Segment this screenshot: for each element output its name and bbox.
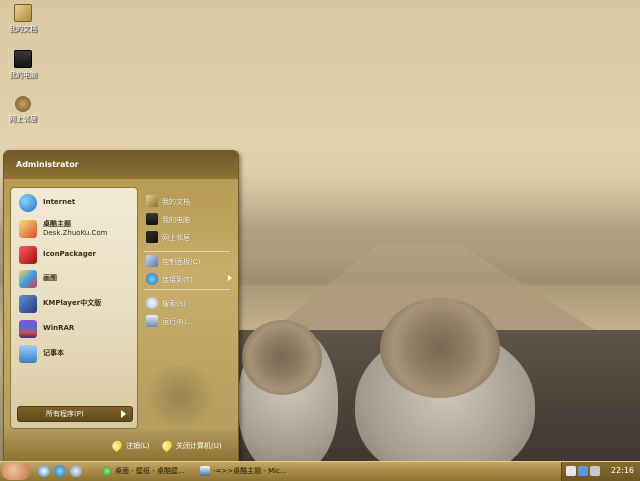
taskbar: 桌面 - 壁纸 - 桌酷壁... -=>>桌酷主题 - Mic... 22:16	[0, 461, 640, 481]
program-label: IconPackager	[43, 250, 96, 258]
winrar-icon	[19, 320, 37, 338]
my-computer-icon	[146, 213, 158, 225]
clock[interactable]: 22:16	[611, 466, 634, 475]
control-panel-icon	[146, 255, 158, 267]
program-label: Internet	[43, 198, 76, 206]
show-desktop-icon[interactable]	[38, 465, 50, 477]
start-menu: Administrator Internet 桌酷主题 Desk.ZhuoKu.…	[3, 150, 239, 462]
place-label: 我的电脑	[162, 216, 190, 224]
browser-icon	[102, 466, 112, 476]
task-label: -=>>桌酷主题 - Mic...	[213, 467, 287, 475]
system-tray: 22:16	[561, 462, 640, 481]
search-icon	[146, 297, 158, 309]
paint-icon	[19, 270, 37, 288]
submenu-arrow-icon	[228, 275, 232, 281]
program-winrar[interactable]: WinRAR	[15, 318, 133, 340]
iconpackager-icon	[19, 246, 37, 264]
network-places-icon	[146, 231, 158, 243]
my-documents-icon	[146, 195, 158, 207]
tools-label: 搜索(S)	[162, 300, 186, 308]
all-programs-button[interactable]: 所有程序(P)	[17, 406, 133, 422]
start-menu-footer: 注销(L) 关闭计算机(U)	[4, 429, 238, 461]
desktop-icon-network-places[interactable]: 网上邻居	[4, 96, 42, 124]
task-label: 桌面 - 壁纸 - 桌酷壁...	[115, 467, 185, 475]
place-my-documents[interactable]: 我的文档	[144, 193, 232, 209]
pinned-programs-pane: Internet 桌酷主题 Desk.ZhuoKu.Com IconPackag…	[10, 187, 138, 429]
connect-to-item[interactable]: 连接到(T)	[144, 271, 232, 287]
desktop-icon-label: 我的电脑	[9, 71, 37, 79]
heart-icon	[160, 438, 174, 453]
my-documents-icon	[14, 4, 32, 22]
desktop-icon-my-computer[interactable]: 我的电脑	[4, 50, 42, 80]
wallpaper-flower-right	[380, 298, 500, 398]
desktop-icon-label: 网上邻居	[9, 115, 37, 123]
start-menu-header: Administrator	[4, 151, 238, 179]
place-label: 我的文档	[162, 198, 190, 206]
program-kmplayer[interactable]: KMPlayer中文版	[15, 293, 133, 315]
program-label: 画图	[43, 274, 57, 282]
network-icon[interactable]	[578, 466, 588, 476]
program-label: 记事本	[43, 349, 64, 357]
internet-explorer-icon[interactable]	[54, 465, 66, 477]
place-my-computer[interactable]: 我的电脑	[144, 211, 232, 227]
document-icon	[200, 466, 210, 476]
tray-icon[interactable]	[590, 466, 600, 476]
control-panel-item[interactable]: 控制面板(C)	[144, 253, 232, 269]
taskbar-task[interactable]: -=>>桌酷主题 - Mic...	[200, 464, 287, 479]
connect-to-icon	[146, 273, 158, 285]
program-label: 桌酷主题	[43, 220, 71, 228]
logoff-label: 注销(L)	[126, 442, 150, 450]
program-label: KMPlayer中文版	[43, 299, 102, 307]
desktop-icon-my-documents[interactable]: 我的文档	[4, 4, 42, 34]
program-label: WinRAR	[43, 324, 75, 332]
all-programs-label: 所有程序(P)	[46, 410, 84, 418]
arrow-right-icon	[121, 410, 126, 418]
taskbar-task[interactable]: 桌面 - 壁纸 - 桌酷壁...	[102, 464, 185, 479]
menu-decoration-flower	[140, 366, 220, 426]
notepad-icon	[19, 345, 37, 363]
wallpaper-flower-left	[242, 320, 322, 395]
zhuoku-theme-icon	[19, 220, 37, 238]
run-item[interactable]: 运行(R)...	[144, 313, 232, 329]
program-internet[interactable]: Internet	[15, 192, 133, 214]
tools-label: 运行(R)...	[162, 318, 194, 326]
desktop-icon-label: 我的文档	[9, 25, 37, 33]
menu-divider	[144, 251, 230, 252]
system-label: 连接到(T)	[162, 276, 193, 284]
run-icon	[146, 315, 158, 327]
network-places-icon	[15, 96, 31, 112]
user-name: Administrator	[16, 160, 79, 169]
program-zhuoku-theme[interactable]: 桌酷主题 Desk.ZhuoKu.Com	[15, 218, 133, 240]
volume-icon[interactable]	[566, 466, 576, 476]
place-network[interactable]: 网上邻居	[144, 229, 232, 245]
start-button[interactable]	[2, 463, 30, 480]
place-label: 网上邻居	[162, 234, 190, 242]
shutdown-label: 关闭计算机(U)	[176, 442, 222, 450]
program-sublabel: Desk.ZhuoKu.Com	[43, 229, 108, 237]
tools-pane: 搜索(S) 运行(R)...	[140, 293, 232, 333]
kmplayer-icon	[19, 295, 37, 313]
program-paint[interactable]: 画图	[15, 268, 133, 290]
program-notepad[interactable]: 记事本	[15, 343, 133, 365]
heart-icon	[110, 438, 124, 453]
media-player-icon[interactable]	[70, 465, 82, 477]
internet-explorer-icon	[19, 194, 37, 212]
menu-divider	[144, 289, 230, 290]
system-label: 控制面板(C)	[162, 258, 201, 266]
search-item[interactable]: 搜索(S)	[144, 295, 232, 311]
program-iconpackager[interactable]: IconPackager	[15, 244, 133, 266]
my-computer-icon	[14, 50, 32, 68]
